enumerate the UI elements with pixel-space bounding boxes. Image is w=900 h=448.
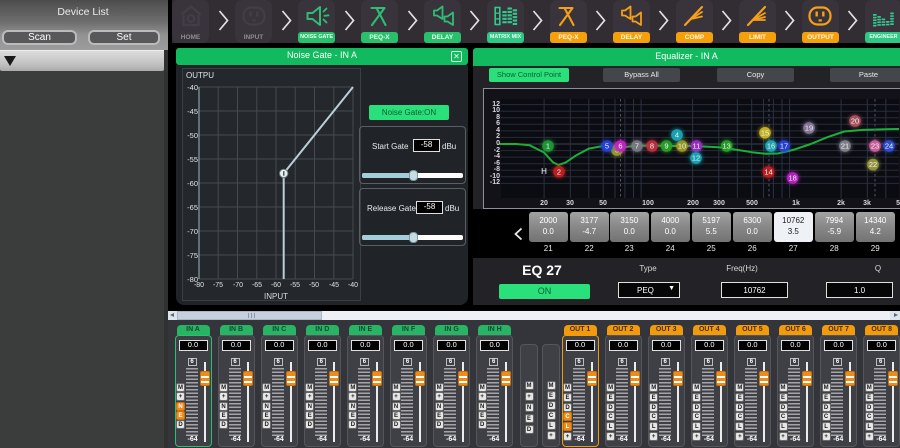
svg-text:23: 23 (871, 142, 879, 151)
svg-text:6: 6 (618, 142, 622, 151)
svg-text:2: 2 (557, 167, 561, 176)
svg-text:20: 20 (851, 117, 859, 126)
svg-text:1: 1 (546, 142, 550, 151)
svg-text:14: 14 (764, 168, 772, 177)
svg-text:4: 4 (675, 131, 679, 140)
svg-text:10: 10 (678, 142, 686, 151)
svg-text:19: 19 (805, 124, 813, 133)
svg-text:5: 5 (605, 142, 609, 151)
svg-text:15: 15 (761, 128, 769, 137)
svg-text:7: 7 (635, 142, 639, 151)
svg-text:11: 11 (693, 142, 701, 151)
svg-text:9: 9 (664, 142, 668, 151)
svg-text:13: 13 (723, 142, 731, 151)
svg-text:12: 12 (692, 154, 700, 163)
svg-text:17: 17 (780, 142, 788, 151)
svg-text:24: 24 (885, 142, 893, 151)
svg-text:21: 21 (841, 142, 849, 151)
svg-text:H: H (541, 167, 547, 176)
svg-text:18: 18 (789, 174, 797, 183)
svg-text:16: 16 (767, 142, 775, 151)
svg-text:22: 22 (869, 160, 877, 169)
svg-text:8: 8 (650, 142, 654, 151)
